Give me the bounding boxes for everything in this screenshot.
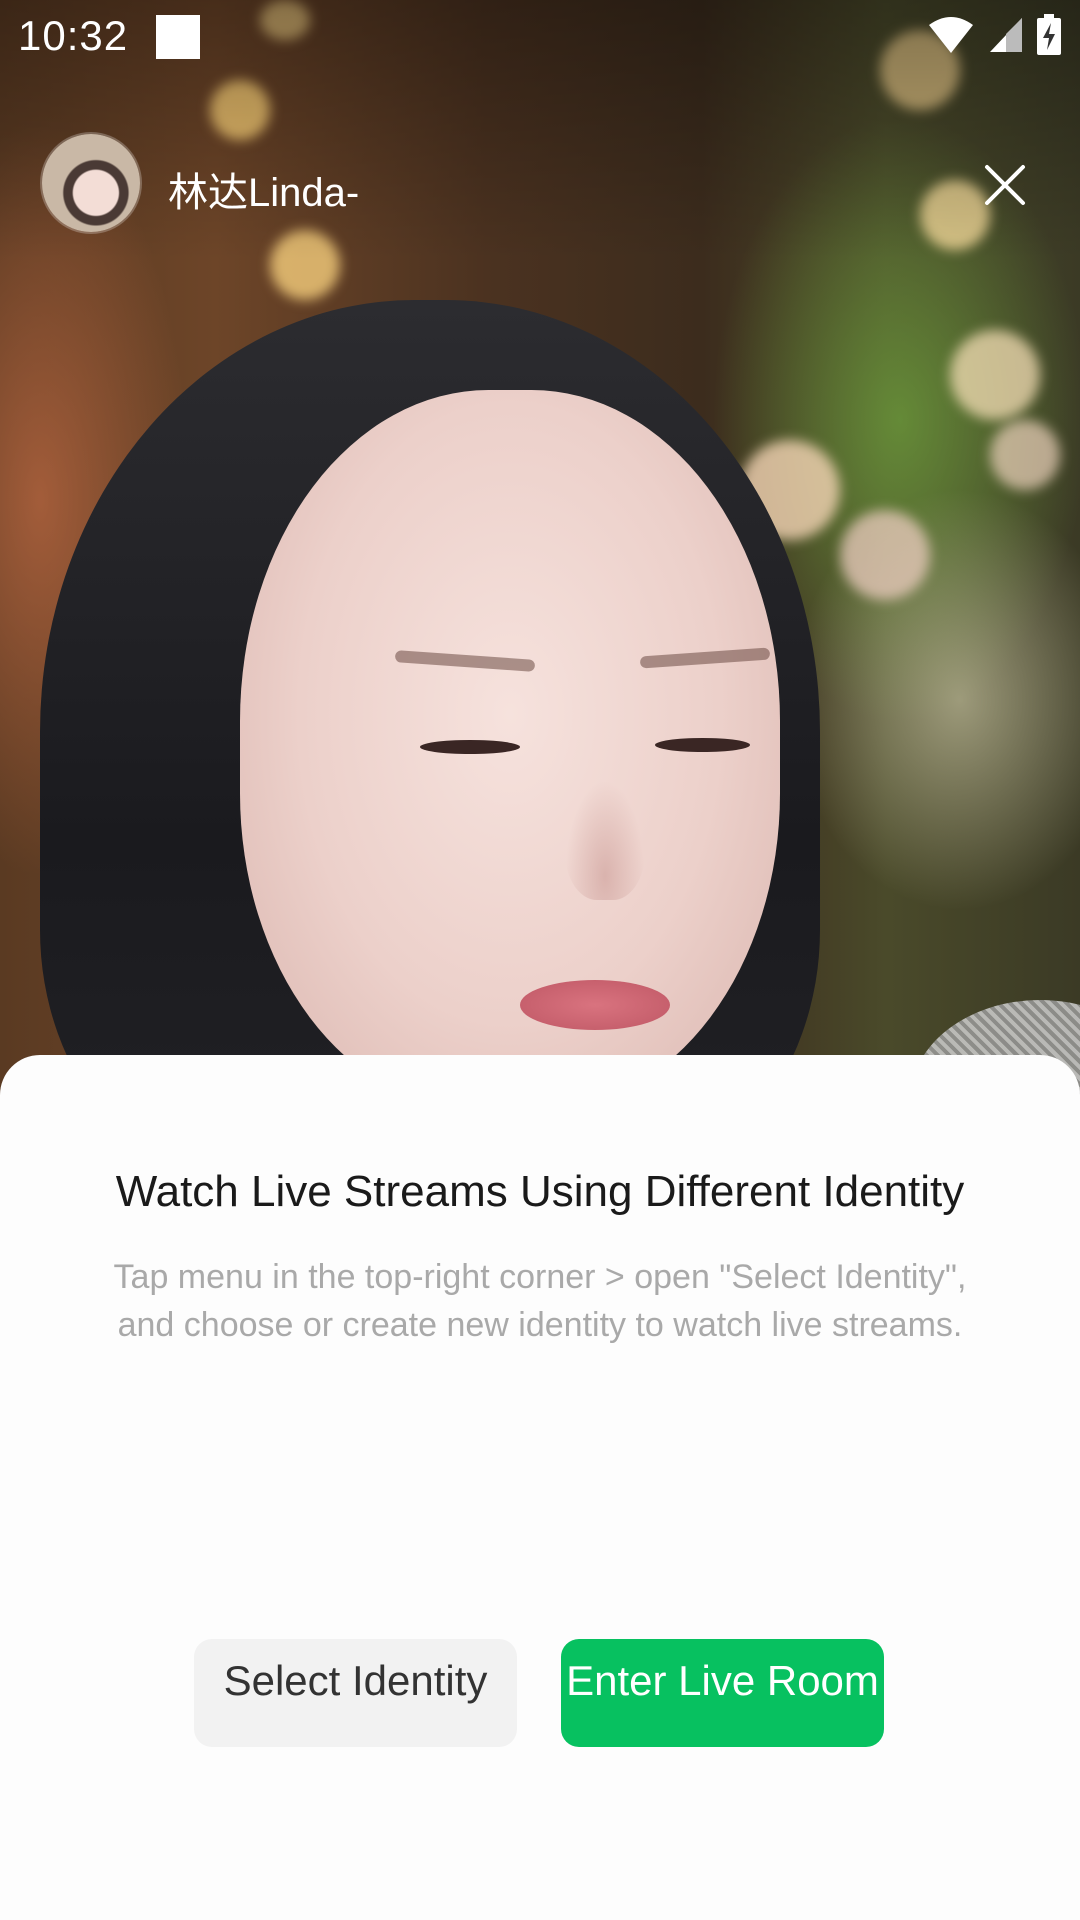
status-time: 10:32	[18, 12, 129, 59]
wifi-icon	[929, 17, 974, 53]
lips	[520, 980, 670, 1030]
sheet-description: Tap menu in the top-right corner > open …	[113, 1258, 967, 1344]
eye	[420, 740, 520, 754]
battery-charging-icon	[1037, 14, 1061, 55]
enter-live-room-button[interactable]: Enter Live Room	[561, 1639, 884, 1747]
eye	[655, 738, 750, 752]
streamer-avatar[interactable]	[42, 134, 140, 232]
nose	[565, 780, 645, 900]
live-stream-screen: 10:32 林达Linda- Watch Live Streams Using …	[0, 0, 1080, 1920]
status-icons	[919, 14, 1062, 60]
bokeh-light	[990, 420, 1060, 490]
select-identity-button[interactable]: Select Identity	[194, 1639, 517, 1747]
notification-square-icon	[156, 15, 200, 59]
bokeh-light	[950, 330, 1040, 420]
cellular-signal-icon	[989, 18, 1022, 52]
sheet-title: Watch Live Streams Using Different Ident…	[115, 1167, 965, 1216]
live-video[interactable]	[0, 0, 1080, 1100]
close-button[interactable]	[975, 155, 1035, 215]
status-bar: 10:32	[0, 0, 1080, 76]
close-icon	[985, 165, 1025, 205]
identity-bottom-sheet: Watch Live Streams Using Different Ident…	[0, 1055, 1080, 1920]
bokeh-light	[840, 510, 930, 600]
streamer-name[interactable]: 林达Linda-	[168, 160, 359, 218]
